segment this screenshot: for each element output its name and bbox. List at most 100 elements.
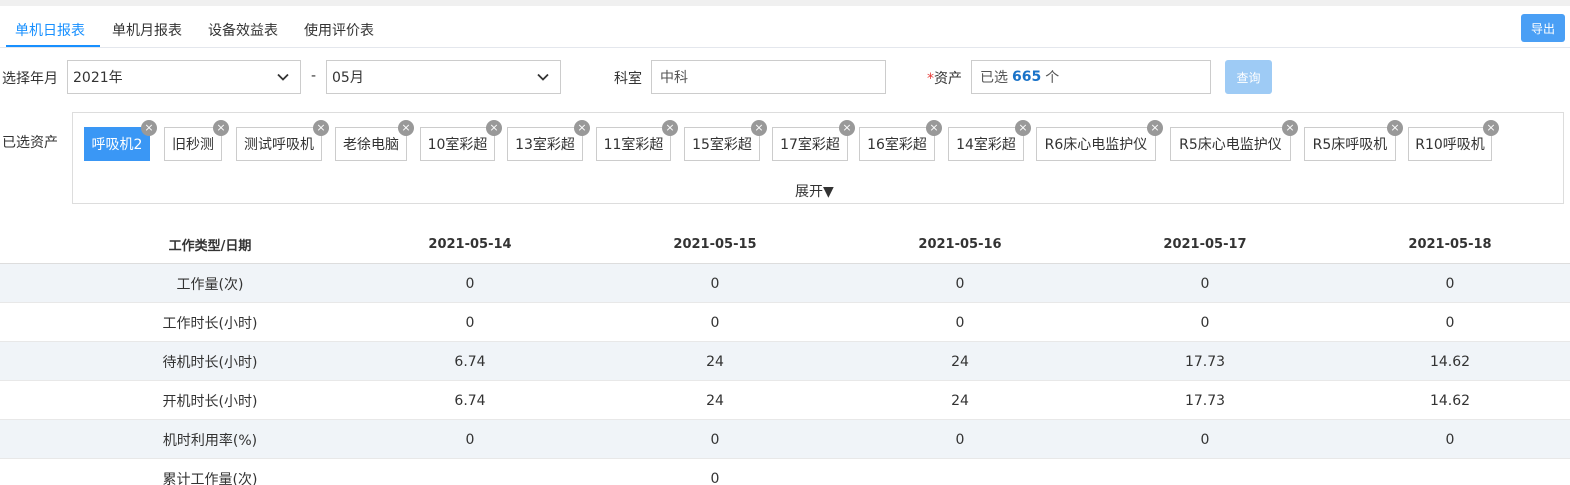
remove-icon[interactable]: × xyxy=(313,120,329,136)
table-cell: 0 xyxy=(1445,275,1455,292)
asset-selected-prefix: 已选 xyxy=(980,70,1008,86)
table-header-row: 工作类型/日期 2021-05-14 2021-05-15 2021-05-16… xyxy=(0,224,1570,264)
row-label: 待机时长(小时) xyxy=(162,354,258,371)
asset-chip[interactable]: R10呼吸机 × xyxy=(1408,120,1499,161)
query-button[interactable]: 查询 xyxy=(1225,60,1272,94)
asset-chip[interactable]: 测试呼吸机 × xyxy=(236,120,329,161)
table-cell: 0 xyxy=(710,431,720,448)
table-cell: 24 xyxy=(706,392,724,409)
table-cell: 24 xyxy=(706,353,724,370)
chevron-down-icon xyxy=(277,73,289,81)
asset-chip-label: 11室彩超 xyxy=(603,137,664,153)
tab-daily-report[interactable]: 单机日报表 xyxy=(15,20,85,40)
remove-icon[interactable]: × xyxy=(662,120,678,136)
table-cell: 0 xyxy=(955,431,965,448)
top-border xyxy=(0,0,1570,6)
asset-chip-label: 17室彩超 xyxy=(780,137,840,153)
table-cell: 14.62 xyxy=(1429,353,1471,370)
asset-chip-label: 13室彩超 xyxy=(515,137,575,153)
remove-icon[interactable]: × xyxy=(1282,120,1298,136)
remove-icon[interactable]: × xyxy=(1015,120,1031,136)
asset-chip-label: 老徐电脑 xyxy=(343,137,399,153)
export-button[interactable]: 导出 xyxy=(1521,14,1565,42)
asset-chip[interactable]: 老徐电脑 × xyxy=(335,120,414,161)
required-mark: * xyxy=(927,71,934,87)
asset-chip[interactable]: R5床心电监护仪 × xyxy=(1170,120,1298,161)
table-cell: 0 xyxy=(955,314,965,331)
department-value: 中科 xyxy=(660,70,688,86)
asset-chip[interactable]: 16室彩超 × xyxy=(859,120,942,161)
remove-icon[interactable]: × xyxy=(398,120,414,136)
table-cell: 0 xyxy=(465,275,475,292)
asset-chip[interactable]: 17室彩超 × xyxy=(772,120,855,161)
selected-assets-label: 已选资产 xyxy=(2,135,58,151)
year-month-label: 选择年月 xyxy=(2,71,58,87)
asset-chip[interactable]: 15室彩超 × xyxy=(684,120,767,161)
asset-chip-label: 16室彩超 xyxy=(867,137,927,153)
table-row: 机时利用率(%) 0 0 0 0 0 xyxy=(0,420,1570,459)
asset-chip[interactable]: 14室彩超 × xyxy=(948,120,1031,161)
department-label: 科室 xyxy=(614,71,642,87)
table-cell: 0 xyxy=(710,470,720,485)
tab-evaluation-report[interactable]: 使用评价表 xyxy=(304,20,374,40)
row-label: 工作时长(小时) xyxy=(162,315,258,332)
table-cell xyxy=(1325,459,1570,485)
asset-selected-suffix: 个 xyxy=(1045,70,1060,86)
table-cell xyxy=(1080,459,1330,485)
table-cell: 0 xyxy=(955,275,965,292)
asset-chip-label: R5床心电监护仪 xyxy=(1179,137,1282,153)
asset-chip[interactable]: 呼吸机2 × xyxy=(84,120,157,161)
remove-icon[interactable]: × xyxy=(751,120,767,136)
column-header: 工作类型/日期 xyxy=(168,238,252,254)
chevron-down-icon xyxy=(537,73,549,81)
department-field[interactable]: 中科 xyxy=(651,60,886,94)
asset-chip[interactable]: 10室彩超 × xyxy=(420,120,502,161)
tab-monthly-report[interactable]: 单机月报表 xyxy=(112,20,182,40)
table-cell: 0 xyxy=(465,431,475,448)
table-cell: 0 xyxy=(1445,431,1455,448)
asset-chip[interactable]: R5床呼吸机 × xyxy=(1304,120,1403,161)
asset-chip-label: 15室彩超 xyxy=(692,137,752,153)
table-row: 累计工作量(次) 0 xyxy=(0,459,1570,485)
column-header: 2021-05-18 xyxy=(1408,236,1492,252)
table-cell: 0 xyxy=(710,275,720,292)
asset-chip[interactable]: 11室彩超 × xyxy=(596,120,678,161)
asset-chip[interactable]: R6床心电监护仪 × xyxy=(1036,120,1163,161)
remove-icon[interactable]: × xyxy=(1483,120,1499,136)
column-header: 2021-05-16 xyxy=(918,236,1002,252)
asset-chip-label: R6床心电监护仪 xyxy=(1044,137,1148,153)
expand-toggle[interactable]: 展开▼ xyxy=(795,181,845,201)
active-tab-indicator xyxy=(6,45,100,47)
row-label: 累计工作量(次) xyxy=(162,471,258,485)
remove-icon[interactable]: × xyxy=(213,120,229,136)
tab-benefit-report[interactable]: 设备效益表 xyxy=(208,20,278,40)
asset-chip-label: 呼吸机2 xyxy=(91,137,143,153)
table-row: 待机时长(小时) 6.74 24 24 17.73 14.62 xyxy=(0,342,1570,381)
selected-assets-panel: 呼吸机2 × 旧秒测 × 测试呼吸机 × 老徐电脑 × 10室彩超 × 13室彩超 × 11… xyxy=(72,112,1564,204)
column-header: 2021-05-17 xyxy=(1163,236,1247,252)
report-tabs: 单机日报表 单机月报表 设备效益表 使用评价表 xyxy=(0,14,1570,48)
column-header: 2021-05-14 xyxy=(428,236,512,252)
table-cell: 24 xyxy=(951,392,969,409)
asset-chip[interactable]: 旧秒测 × xyxy=(164,120,229,161)
asset-selected-count: 665 xyxy=(1012,69,1042,85)
asset-chip[interactable]: 13室彩超 × xyxy=(507,120,590,161)
remove-icon[interactable]: × xyxy=(839,120,855,136)
remove-icon[interactable]: × xyxy=(926,120,942,136)
remove-icon[interactable]: × xyxy=(141,120,157,136)
year-select[interactable]: 2021年 xyxy=(67,60,301,94)
remove-icon[interactable]: × xyxy=(1147,120,1163,136)
year-select-value: 2021年 xyxy=(73,70,123,86)
month-select[interactable]: 05月 xyxy=(326,60,561,94)
asset-chip-label: 10室彩超 xyxy=(427,137,488,153)
remove-icon[interactable]: × xyxy=(1387,120,1403,136)
table-row: 开机时长(小时) 6.74 24 24 17.73 14.62 xyxy=(0,381,1570,420)
asset-selector-field[interactable]: 已选 665 个 xyxy=(971,60,1211,94)
remove-icon[interactable]: × xyxy=(486,120,502,136)
table-cell: 17.73 xyxy=(1184,392,1226,409)
table-cell: 6.74 xyxy=(454,392,486,409)
asset-chip-label: R5床呼吸机 xyxy=(1312,137,1388,153)
table-cell: 0 xyxy=(1200,314,1210,331)
remove-icon[interactable]: × xyxy=(574,120,590,136)
table-cell xyxy=(835,459,1085,485)
